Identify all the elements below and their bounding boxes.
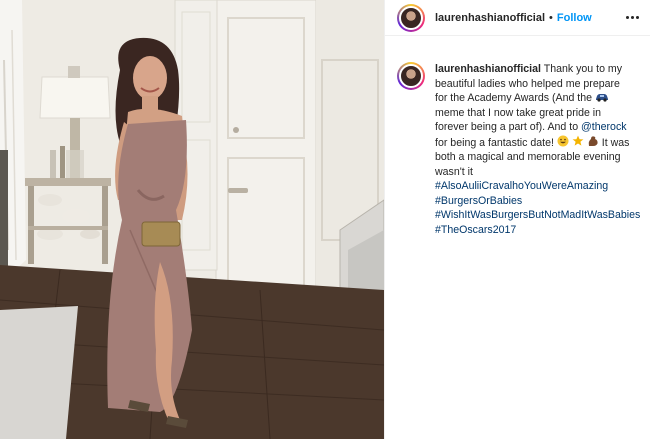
post-details-panel: laurenhashianofficial • Follow laurenhas… <box>384 0 650 439</box>
hashtag-link[interactable]: #BurgersOrBabies <box>435 195 522 207</box>
author-username[interactable]: laurenhashianofficial <box>435 12 545 24</box>
grinning-face-icon <box>557 135 569 146</box>
car-icon <box>595 94 608 102</box>
post-header: laurenhashianofficial • Follow <box>385 0 650 36</box>
caption-text: laurenhashianofficial Thank you to my be… <box>435 62 640 237</box>
photo-illustration <box>0 0 384 439</box>
caption-avatar[interactable] <box>397 62 425 90</box>
hashtag-link[interactable]: #AlsoAuliiCravalhoYouWereAmazing <box>435 180 608 192</box>
instagram-post-modal: laurenhashianofficial • Follow laurenhas… <box>0 0 650 439</box>
caption-username[interactable]: laurenhashianofficial <box>435 63 541 75</box>
caption-comment: laurenhashianofficial Thank you to my be… <box>385 36 650 237</box>
follow-button[interactable]: Follow <box>557 12 592 24</box>
hashtag-link[interactable]: #TheOscars2017 <box>435 224 516 236</box>
star-icon <box>572 135 584 146</box>
caption-text-part-3: for being a fantastic date! <box>435 136 557 149</box>
separator-dot: • <box>549 11 553 24</box>
hashtag-link[interactable]: #WishItWasBurgersButNotMadItWasBabies <box>435 209 640 221</box>
more-horizontal-icon[interactable] <box>624 10 640 26</box>
flexed-biceps-icon <box>588 135 598 146</box>
post-photo[interactable] <box>0 0 384 439</box>
author-avatar[interactable] <box>397 3 425 32</box>
caption-text-part-2: meme that I now take great pride in fore… <box>435 106 602 134</box>
mention-therock[interactable]: @therock <box>581 121 627 133</box>
